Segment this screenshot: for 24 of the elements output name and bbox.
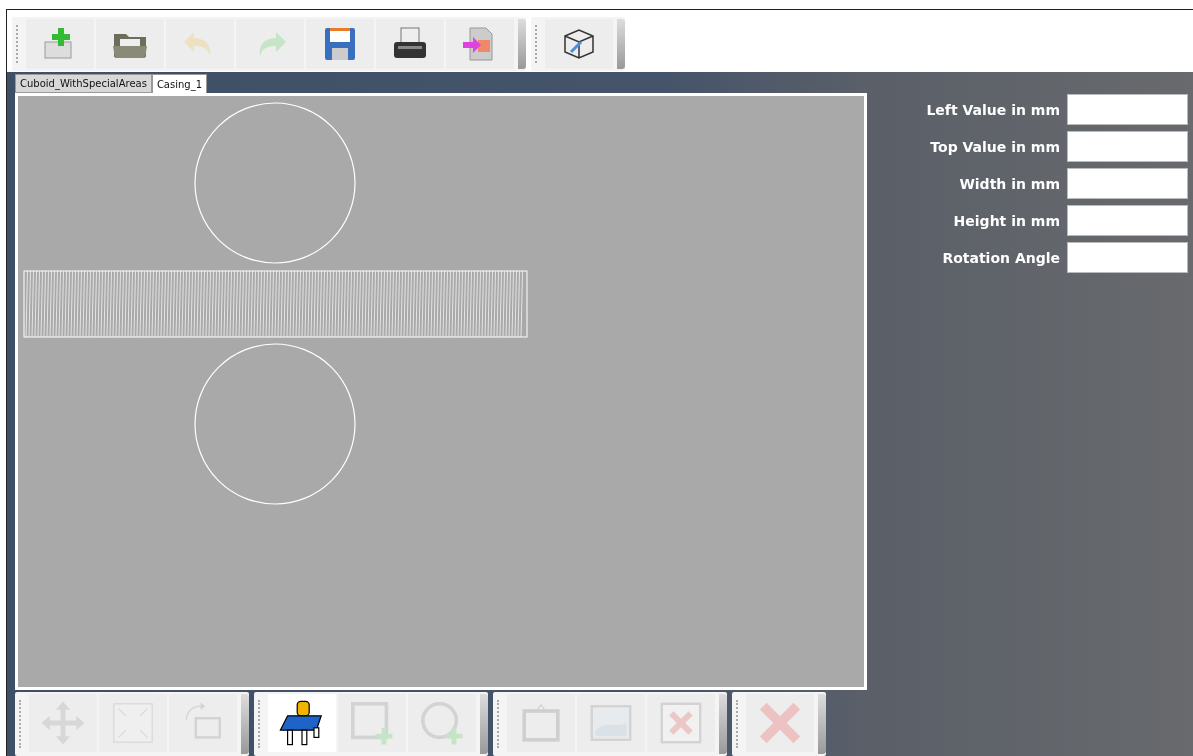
document-tab[interactable]: Casing_1 (151, 74, 208, 93)
property-field[interactable] (1067, 168, 1188, 199)
cube-button[interactable] (545, 19, 613, 69)
toolbar-overflow-button[interactable] (719, 694, 727, 754)
toolbar-overflow-button[interactable] (518, 19, 526, 69)
property-field[interactable] (1067, 94, 1188, 125)
property-field[interactable] (1067, 131, 1188, 162)
property-label: Width in mm (959, 175, 1060, 192)
device-button[interactable] (268, 694, 336, 752)
open-button[interactable] (96, 19, 164, 69)
toolbar-overflow-button[interactable] (818, 694, 826, 754)
print-button[interactable] (376, 19, 444, 69)
property-field[interactable] (1067, 205, 1188, 236)
property-label: Rotation Angle (942, 249, 1060, 266)
property-label: Height in mm (953, 212, 1060, 229)
property-label: Left Value in mm (926, 101, 1060, 118)
toolbar-overflow-button[interactable] (480, 694, 488, 754)
document-tab[interactable]: Cuboid_WithSpecialAreas (15, 74, 152, 93)
property-label: Top Value in mm (930, 138, 1060, 155)
property-field[interactable] (1067, 242, 1188, 273)
save-button[interactable] (306, 19, 374, 69)
toolbar-overflow-button[interactable] (241, 694, 249, 754)
new-button[interactable] (26, 19, 94, 69)
toolbar-overflow-button[interactable] (617, 19, 625, 69)
